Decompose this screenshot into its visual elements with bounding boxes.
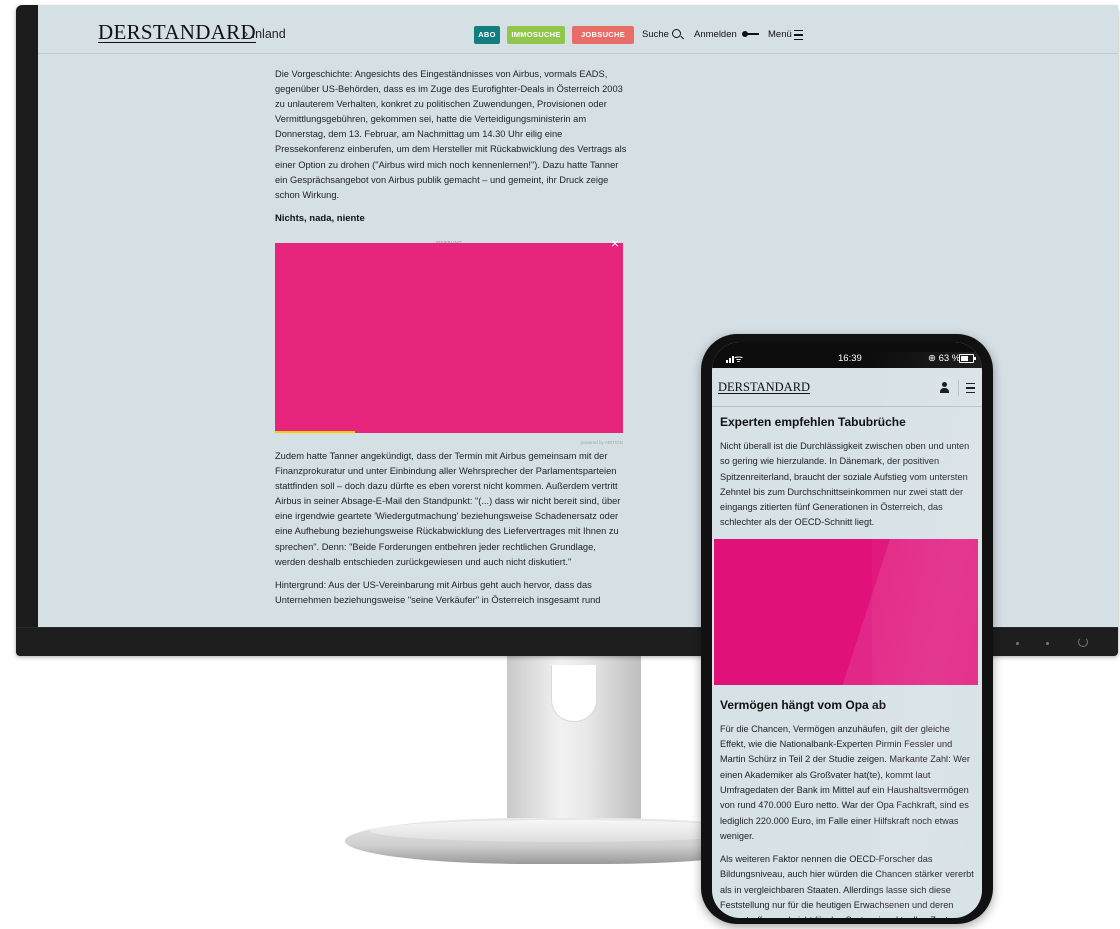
abo-button[interactable]: ABO — [474, 26, 500, 44]
wifi-icon: ᯤ — [734, 354, 744, 365]
mobile-header: DERSTANDARD — [712, 368, 982, 407]
menu-link[interactable]: Menü — [768, 29, 792, 40]
mobile-advertisement[interactable] — [714, 538, 978, 685]
user-icon[interactable] — [940, 382, 949, 393]
key-icon[interactable] — [742, 31, 760, 37]
status-time: 16:39 — [838, 353, 862, 364]
immosuche-button[interactable]: IMMOSUCHE — [507, 26, 565, 44]
breadcrumb[interactable]: › Inland — [244, 27, 286, 41]
power-icon[interactable] — [1078, 637, 1088, 647]
mobile-article: Experten empfehlen Tabubrüche Nicht über… — [714, 414, 978, 918]
menu-icon[interactable] — [794, 30, 803, 40]
close-icon[interactable]: × — [611, 236, 619, 250]
search-icon[interactable] — [672, 29, 681, 38]
article-subheading: Nichts, nada, niente — [275, 212, 365, 224]
monitor-button[interactable] — [1016, 642, 1019, 645]
article-paragraph: Für die Chancen, Vermögen anzuhäufen, gi… — [720, 723, 970, 841]
ad-footer: powered by ADITION — [580, 439, 623, 445]
ad-banner[interactable] — [275, 242, 623, 433]
battery-icon — [959, 354, 976, 363]
site-header: DERSTANDARD › Inland ABO IMMOSUCHE JOBSU… — [38, 5, 1118, 54]
article-paragraph: Nicht überall ist die Durchlässigkeit zw… — [720, 441, 970, 528]
phone-screen: ᯤ 16:39 ⊕ 63 % DERSTANDARD Experten empf… — [712, 342, 982, 918]
login-link[interactable]: Anmelden — [694, 29, 737, 40]
article-body: Die Vorgeschichte: Angesichts des Einges… — [275, 67, 627, 616]
battery-percent: ⊕ 63 % — [928, 353, 961, 364]
article-paragraph: Hintergrund: Aus der US-Vereinbarung mit… — [275, 579, 601, 605]
smartphone: ᯤ 16:39 ⊕ 63 % DERSTANDARD Experten empf… — [701, 334, 993, 924]
ad-progress-bar — [275, 430, 355, 433]
article-paragraph: Als weiteren Faktor nennen die OECD-Fors… — [720, 854, 974, 918]
article-paragraph: Zudem hatte Tanner angekündigt, dass der… — [275, 450, 621, 567]
article-heading: Vermögen hängt vom Opa ab — [720, 697, 887, 712]
article-heading: Experten empfehlen Tabubrüche — [720, 415, 906, 429]
monitor-button[interactable] — [1046, 642, 1049, 645]
status-bar: ᯤ 16:39 ⊕ 63 % — [712, 342, 982, 368]
jobsuche-button[interactable]: JOBSUCHE — [572, 26, 634, 44]
search-link[interactable]: Suche — [642, 29, 669, 40]
monitor-stand-slot — [551, 665, 597, 722]
site-logo[interactable]: DERSTANDARD — [98, 22, 256, 43]
article-paragraph: Die Vorgeschichte: Angesichts des Einges… — [275, 69, 627, 200]
header-divider — [958, 380, 959, 396]
advertisement[interactable]: WERBUNG × powered by ADITION — [275, 235, 623, 445]
mobile-logo[interactable]: DERSTANDARD — [718, 381, 811, 394]
menu-icon[interactable] — [966, 383, 975, 393]
